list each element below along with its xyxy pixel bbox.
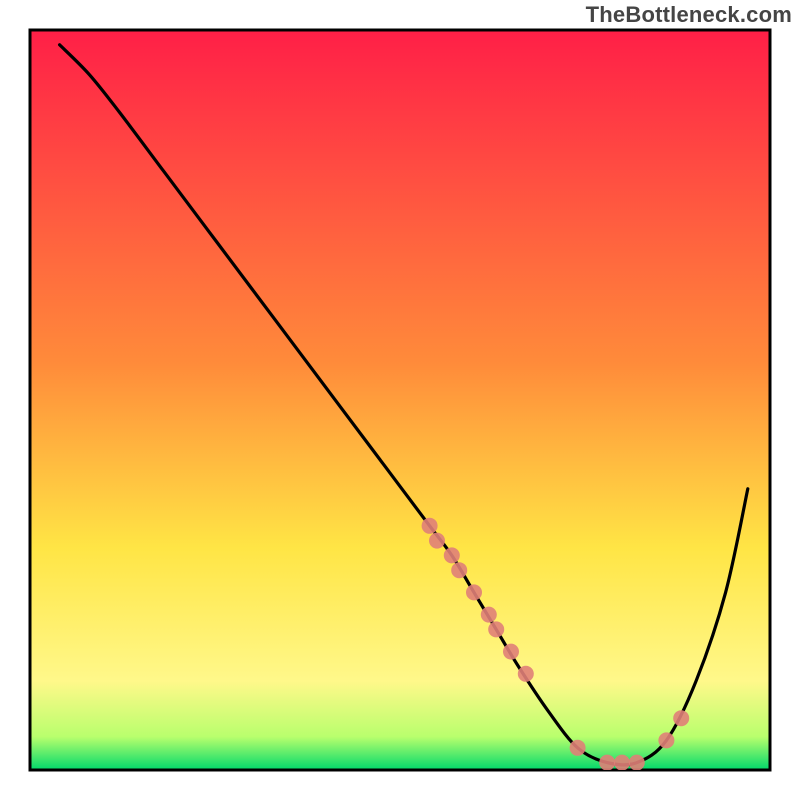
highlight-point [614, 755, 630, 771]
highlight-point [422, 518, 438, 534]
highlight-point [673, 710, 689, 726]
highlight-point [518, 666, 534, 682]
watermark-label: TheBottleneck.com [586, 2, 792, 28]
highlight-point [451, 562, 467, 578]
highlight-point [444, 547, 460, 563]
chart-container: TheBottleneck.com [0, 0, 800, 800]
highlight-point [488, 621, 504, 637]
highlight-point [466, 584, 482, 600]
highlight-point [481, 607, 497, 623]
highlight-point [570, 740, 586, 756]
highlight-point [429, 533, 445, 549]
highlight-point [629, 755, 645, 771]
bottleneck-chart [0, 0, 800, 800]
highlight-point [599, 755, 615, 771]
highlight-point [658, 732, 674, 748]
highlight-point [503, 644, 519, 660]
